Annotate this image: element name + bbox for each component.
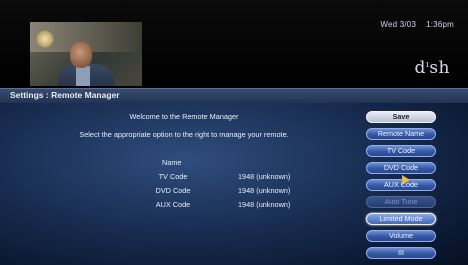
instruction-text: Select the appropriate option to the rig… [79,130,289,139]
code-value: 1948 (unknown) [238,186,291,195]
limited-mode-button[interactable]: Limited Mode [366,213,436,225]
live-video-preview [30,22,142,86]
name-label: Name [162,158,182,167]
remote-name-button[interactable]: Remote Name [366,128,436,140]
tv-code-button[interactable]: TV Code [366,145,436,157]
action-buttons: Save Remote Name TV Code DVD Code AUX Co… [366,111,436,259]
video-person-head [70,42,92,68]
clock-date: Wed 3/03 [380,20,417,29]
code-label: TV Code [158,172,188,181]
tv-screen: Wed 3/03 1:36pm dısh Settings : Remote M… [0,0,468,265]
more-button[interactable]: III [366,247,436,259]
clock: Wed 3/03 1:36pm [380,20,454,29]
video-person-shirt [76,66,90,86]
welcome-text: Welcome to the Remote Manager [129,112,239,121]
volume-button[interactable]: Volume [366,230,436,242]
code-label: AUX Code [155,200,191,209]
dvd-code-button[interactable]: DVD Code [366,162,436,174]
page-title: Settings : Remote Manager [10,90,120,100]
clock-time: 1:36pm [426,20,454,29]
save-button[interactable]: Save [366,111,436,123]
code-label: DVD Code [155,186,191,195]
video-lamp [36,30,54,48]
dish-logo: dısh [414,58,450,78]
pointer-arrow-icon [402,175,410,185]
aux-code-button[interactable]: AUX Code [366,179,436,191]
title-bar: Settings : Remote Manager [0,88,468,104]
auto-tune-button[interactable]: Auto Tune [366,196,436,208]
main-panel: Welcome to the Remote Manager Select the… [0,103,468,265]
top-region: Wed 3/03 1:36pm dısh [0,0,468,88]
code-value: 1948 (unknown) [238,200,291,209]
code-value: 1948 (unknown) [238,172,291,181]
